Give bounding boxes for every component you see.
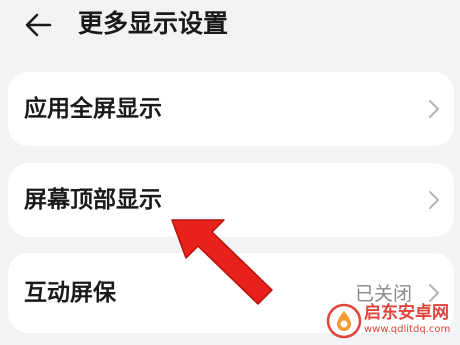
watermark-logo-icon: [326, 303, 362, 339]
watermark-url: www.qdlitdq.com: [364, 324, 451, 335]
page-title: 更多显示设置: [78, 9, 229, 38]
setting-item-label: 屏幕顶部显示: [24, 187, 162, 213]
chevron-right-icon: [429, 284, 439, 302]
setting-item-app-fullscreen[interactable]: 应用全屏显示: [8, 72, 454, 146]
chevron-right-icon: [429, 191, 439, 209]
header-bar: 更多显示设置: [0, 0, 460, 50]
watermark-name: 启东安卓网: [364, 303, 449, 323]
setting-item-label: 互动屏保: [24, 280, 116, 306]
setting-item-label: 应用全屏显示: [24, 96, 162, 122]
red-pointer-arrow-icon: [171, 219, 273, 305]
back-arrow-icon[interactable]: [22, 8, 56, 42]
watermark: 启东安卓网 www.qdlitdq.com: [326, 301, 454, 341]
chevron-right-icon: [429, 100, 439, 118]
